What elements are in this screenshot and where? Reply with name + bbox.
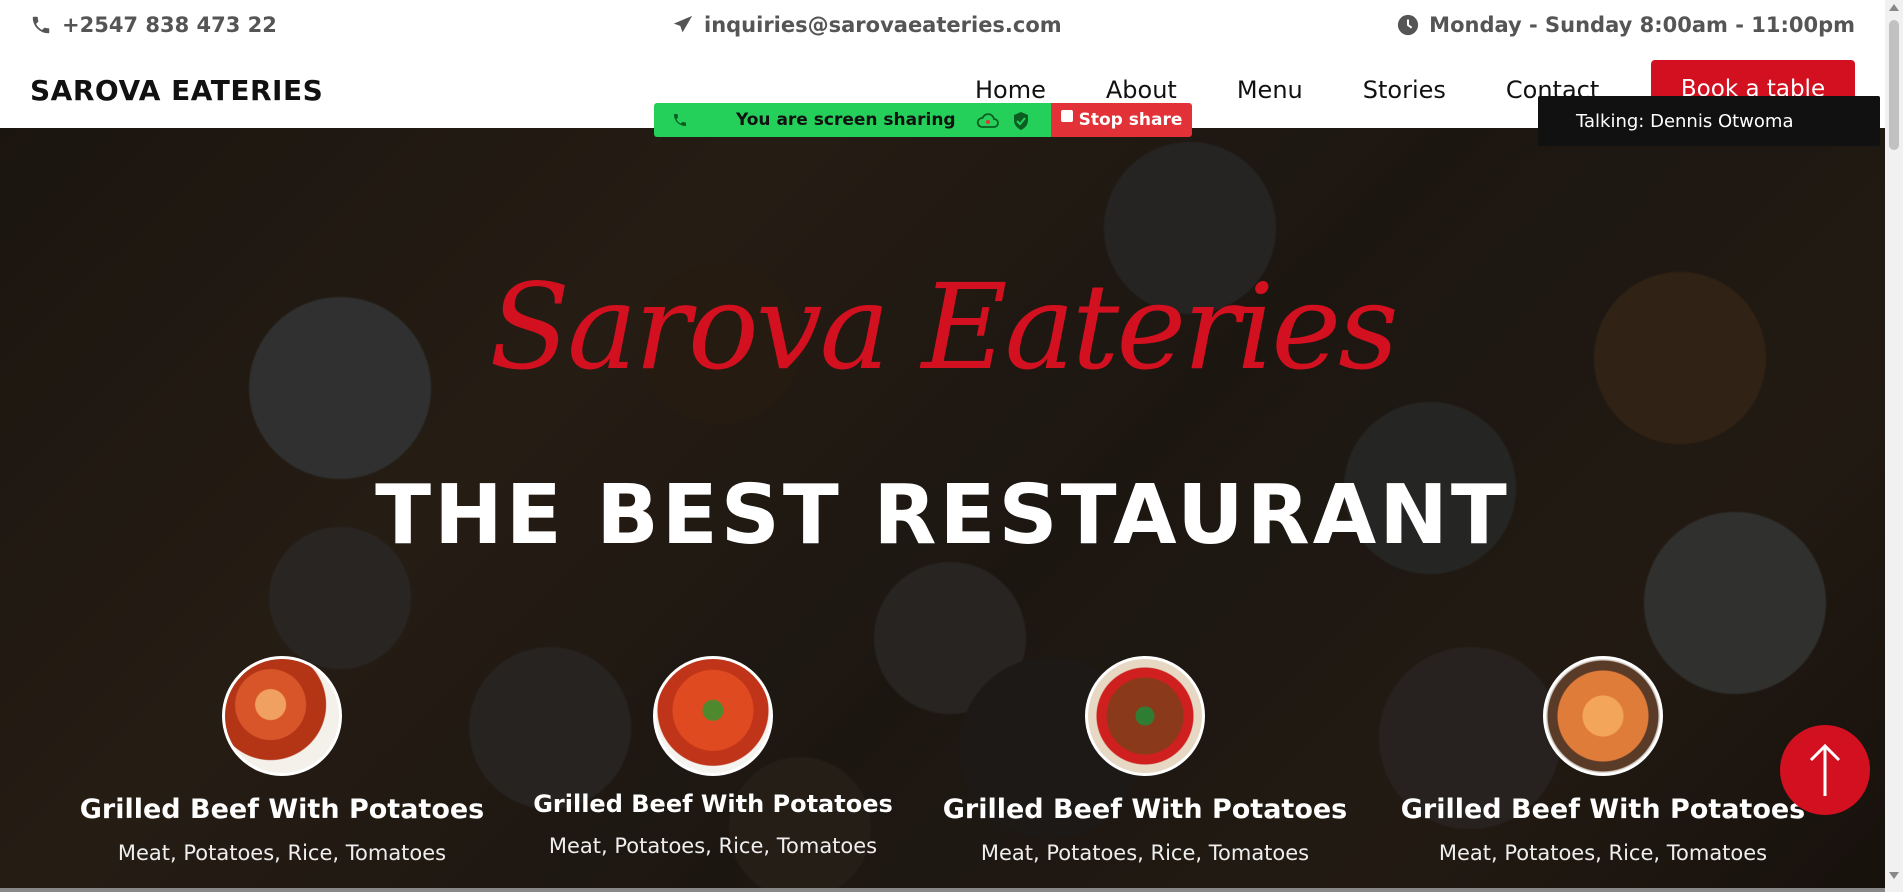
contact-email[interactable]: inquiries@sarovaeateries.com [672,13,1062,37]
phone-text: +2547 838 473 22 [62,13,277,37]
phone-icon [32,16,50,34]
screen-share-status[interactable]: You are screen sharing [654,103,1051,137]
dish-ingredients: Meat, Potatoes, Rice, Tomatoes [1438,841,1768,865]
dish-ingredients: Meat, Potatoes, Rice, Tomatoes [980,841,1310,865]
scroll-to-top-button[interactable] [1780,725,1870,815]
contact-phone[interactable]: +2547 838 473 22 [30,13,277,37]
top-info-bar: +2547 838 473 22 inquiries@sarovaeaterie… [0,0,1885,56]
paper-plane-icon [673,15,693,33]
scroll-down-arrow-icon[interactable] [1889,872,1899,879]
hero-section: Sarova Eateries THE BEST RESTAURANT Gril… [0,128,1885,892]
nav-link-menu[interactable]: Menu [1237,76,1303,104]
cloud-icon [976,113,999,128]
dish-image [653,656,773,776]
dish-ingredients: Meat, Potatoes, Rice, Tomatoes [117,841,447,865]
arrow-up-icon [1809,743,1841,796]
nav-link-home[interactable]: Home [975,76,1046,104]
stop-share-label: Stop share [1078,110,1183,130]
nav-link-stories[interactable]: Stories [1363,76,1446,104]
stop-share-button[interactable]: Stop share [1051,103,1192,137]
screen-share-label: You are screen sharing [736,110,956,130]
dish-image [1543,656,1663,776]
scroll-thumb[interactable] [1889,20,1899,150]
shield-check-icon [1014,112,1028,130]
window-bottom-edge [0,888,1885,892]
nav-link-about[interactable]: About [1106,76,1177,104]
dish-name: Grilled Beef With Potatoes [79,794,485,825]
dish-image [222,656,342,776]
email-text: inquiries@sarovaeateries.com [704,13,1062,37]
brand-logo[interactable]: SAROVA EATERIES [30,74,323,107]
dish-card[interactable]: Grilled Beef With Potatoes Meat, Potatoe… [503,656,923,858]
talking-indicator: Talking: Dennis Otwoma [1538,96,1880,146]
dish-card[interactable]: Grilled Beef With Potatoes Meat, Potatoe… [1393,656,1813,865]
stop-square-icon [1060,110,1073,122]
dish-name: Grilled Beef With Potatoes [533,790,893,818]
dish-name: Grilled Beef With Potatoes [1400,794,1806,825]
hours-text: Monday - Sunday 8:00am - 11:00pm [1429,13,1855,37]
screen-share-bar: You are screen sharing Stop share [654,103,1192,137]
phone-icon [674,114,686,126]
opening-hours: Monday - Sunday 8:00am - 11:00pm [1397,13,1855,37]
dish-card[interactable]: Grilled Beef With Potatoes Meat, Potatoe… [72,656,492,865]
hero-script-title: Sarova Eateries [489,258,1398,396]
page-scrollbar[interactable] [1885,0,1903,892]
dish-image [1085,656,1205,776]
dish-name: Grilled Beef With Potatoes [942,794,1348,825]
dish-ingredients: Meat, Potatoes, Rice, Tomatoes [548,834,878,858]
clock-icon [1398,14,1419,36]
scroll-up-arrow-icon[interactable] [1889,4,1899,11]
dish-card[interactable]: Grilled Beef With Potatoes Meat, Potatoe… [935,656,1355,865]
hero-headline: THE BEST RESTAURANT [375,468,1510,563]
